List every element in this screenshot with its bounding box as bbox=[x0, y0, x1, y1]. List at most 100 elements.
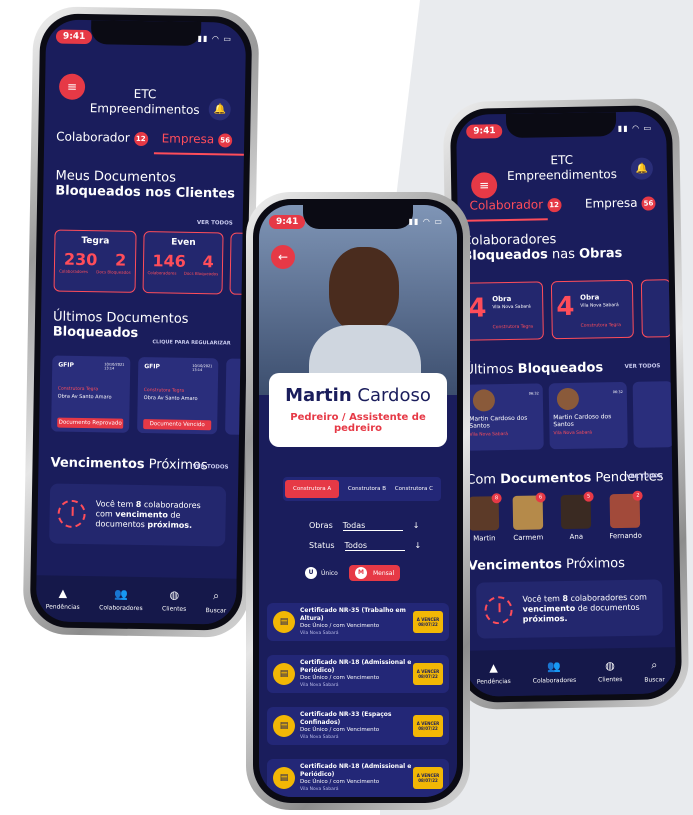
warning-icon: ▲ bbox=[489, 661, 498, 675]
avatar bbox=[472, 389, 496, 412]
vencimento-banner[interactable]: Você tem 8 colaboradores com vencimento … bbox=[476, 579, 664, 639]
tab-empresa[interactable]: Empresa 56 bbox=[585, 195, 656, 211]
screen-dashboard-empresa: 9:41 ▮▮ ◠ ▭ ≡ 🔔 ETC Empreendimentos Colab… bbox=[455, 111, 677, 697]
profile-photo bbox=[259, 205, 457, 395]
signal-icons: ▮▮ ◠ ▭ bbox=[617, 123, 653, 134]
certificate-row[interactable]: ▤ Certificado NR-33 (Espaços Confinados) D… bbox=[267, 707, 449, 745]
certificate-row[interactable]: ▤ Certificado NR-18 (Admissional e Periód… bbox=[267, 655, 449, 693]
status-badge: Documento Vencido bbox=[143, 419, 212, 431]
due-badge[interactable]: A VENCER 08/07/22 bbox=[413, 715, 443, 737]
tab-bar: Colaborador 12 Empresa 56 bbox=[457, 195, 667, 213]
obra-card-partial[interactable] bbox=[640, 279, 672, 338]
client-card-even[interactable]: Even 146 4 Colaboradores Docs Bloqueados bbox=[142, 231, 224, 295]
globe-icon: ◍ bbox=[169, 588, 180, 602]
obra-card-1[interactable]: 4 Obra Vila Nova Sabará Construtora Tegr… bbox=[462, 281, 544, 341]
notch bbox=[303, 205, 413, 229]
client-card-tegra[interactable]: Tegra 230 2 Colaboradores Docs Bloqueados bbox=[53, 229, 137, 293]
nav-colaboradores[interactable]: 👥 Colaboradores bbox=[532, 660, 577, 684]
tab-bar: Colaborador 12 Empresa 56 bbox=[44, 129, 244, 148]
option-mensal[interactable]: M Mensal bbox=[349, 565, 401, 581]
doc-card-1[interactable]: GFIP 10/10/2021 13:14 Construtora Tegra … bbox=[51, 355, 131, 433]
document-icon: ▤ bbox=[273, 611, 295, 633]
screen-collaborator-profile: 9:41 ▮▮ ◠ ▭ ← Martin Cardoso Pedreiro / … bbox=[259, 205, 457, 797]
blocked-card-2[interactable]: 06:32 Martin Cardoso dos Santos Vila Nov… bbox=[548, 381, 628, 450]
doc-card-2[interactable]: GFIP 10/10/2021 13:14 Construtora Tegra … bbox=[137, 356, 219, 435]
obras-filter[interactable]: Obras Todas ↓ bbox=[309, 521, 419, 531]
bottom-nav: ▲ Pendências 👥 Colaboradores ◍ Clientes ⌕ Bu… bbox=[465, 647, 677, 697]
ver-todos-link[interactable]: VER TODOS bbox=[626, 473, 662, 480]
certificate-row[interactable]: ▤ Certificado NR-18 (Admissional e Periód… bbox=[267, 759, 449, 797]
nav-buscar[interactable]: ⌕ Buscar bbox=[206, 589, 227, 614]
avatar: 5 bbox=[560, 491, 594, 530]
document-icon: ▤ bbox=[273, 663, 295, 685]
blocked-card-partial[interactable] bbox=[632, 381, 674, 448]
status-badge: Documento Reprovado bbox=[57, 417, 124, 429]
tab-construtora-b[interactable]: Construtora B bbox=[348, 486, 386, 492]
tab-colaborador[interactable]: Colaborador 12 bbox=[56, 129, 148, 146]
status-time: 9:41 bbox=[269, 215, 306, 229]
nav-pendencias[interactable]: ▲ Pendências bbox=[476, 661, 511, 685]
due-badge[interactable]: A VENCER 08/07/22 bbox=[413, 663, 443, 685]
document-icon: ▤ bbox=[273, 767, 295, 789]
nav-colaboradores[interactable]: 👥 Colaboradores bbox=[99, 587, 143, 612]
status-time: 9:41 bbox=[466, 124, 503, 139]
tab-colaborador[interactable]: Colaborador 12 bbox=[469, 197, 562, 213]
signal-icons: ▮▮ ◠ ▭ bbox=[197, 33, 233, 44]
phone-center: 9:41 ▮▮ ◠ ▭ ← Martin Cardoso Pedreiro / … bbox=[246, 192, 470, 810]
certificate-row[interactable]: ▤ Certificado NR-35 (Trabalho em Altura) D… bbox=[267, 603, 449, 641]
doc-card-partial[interactable] bbox=[225, 358, 247, 436]
person-martin[interactable]: 8 Martin bbox=[468, 493, 502, 543]
tab-empresa[interactable]: Empresa 56 bbox=[162, 131, 233, 148]
clock-icon bbox=[57, 499, 86, 529]
warning-icon: ▲ bbox=[58, 586, 68, 600]
section-vencimentos: Vencimentos Próximos bbox=[467, 555, 626, 574]
tab-construtora-c[interactable]: Construtora C bbox=[395, 486, 433, 492]
person-ana[interactable]: 5 Ana bbox=[560, 491, 594, 542]
avatar: 2 bbox=[609, 490, 643, 529]
status-filter[interactable]: Status Todos ↓ bbox=[309, 541, 421, 551]
ver-todos-link[interactable]: VER TODOS bbox=[197, 220, 233, 227]
vencimento-banner[interactable]: Você tem 8 colaboradores com vencimento … bbox=[49, 483, 227, 547]
clock-icon bbox=[484, 595, 513, 625]
avatar: 6 bbox=[512, 492, 546, 530]
status-time: 9:41 bbox=[55, 29, 93, 45]
construtora-tabs: Construtora A Construtora B Construtora … bbox=[283, 477, 441, 501]
menu-icon[interactable]: ≡ bbox=[470, 172, 498, 199]
avatar: 8 bbox=[468, 493, 502, 531]
chevron-down-icon: ↓ bbox=[412, 521, 420, 530]
person-fernando[interactable]: 2 Fernando bbox=[609, 490, 643, 540]
section-vencimentos: Vencimentos Próximos bbox=[50, 455, 208, 474]
signal-icons: ▮▮ ◠ ▭ bbox=[408, 217, 443, 226]
back-button[interactable]: ← bbox=[271, 245, 295, 269]
users-icon: 👥 bbox=[114, 587, 129, 601]
tab-indicator bbox=[457, 217, 548, 222]
nav-buscar[interactable]: ⌕ Buscar bbox=[644, 658, 665, 683]
ver-todos-link[interactable]: VER TODOS bbox=[193, 464, 229, 471]
notch bbox=[505, 112, 617, 139]
client-card-partial[interactable] bbox=[229, 232, 247, 296]
phone-left: 9:41 ▮▮ ◠ ▭ ≡ 🔔 ETC Empreendimentos Cola… bbox=[22, 6, 260, 638]
ver-todos-link[interactable]: VER TODOS bbox=[625, 363, 661, 370]
profile-name-card: Martin Cardoso Pedreiro / Assistente de … bbox=[269, 373, 447, 447]
chevron-down-icon: ↓ bbox=[414, 541, 422, 550]
search-icon: ⌕ bbox=[213, 588, 220, 602]
avatar bbox=[556, 387, 580, 411]
globe-icon: ◍ bbox=[605, 659, 615, 673]
tab-construtora-a[interactable]: Construtora A bbox=[285, 480, 340, 498]
blocked-card-1[interactable]: 06:32 Martin Cardoso dos Santos Vila Nov… bbox=[464, 383, 544, 451]
obra-card-2[interactable]: 4 Obra Vila Nova Sabará Construtora Tegr… bbox=[550, 279, 634, 340]
bottom-nav: ▲ Pendências 👥 Colaboradores ◍ Clientes ⌕ Bu… bbox=[35, 575, 237, 625]
regularize-link[interactable]: CLIQUE PARA REGULARIZAR bbox=[152, 339, 230, 346]
screen-dashboard-collaborador: 9:41 ▮▮ ◠ ▭ ≡ 🔔 ETC Empreendimentos Cola… bbox=[35, 19, 247, 625]
due-badge[interactable]: A VENCER 08/07/22 bbox=[413, 767, 443, 789]
nav-clientes[interactable]: ◍ Clientes bbox=[598, 659, 622, 683]
section-blocked-clients: Meus Documentos Bloqueados nos Clientes bbox=[55, 167, 236, 202]
nav-pendencias[interactable]: ▲ Pendências bbox=[46, 586, 80, 611]
notch bbox=[90, 20, 202, 47]
search-icon: ⌕ bbox=[651, 657, 658, 672]
option-unico[interactable]: U Único bbox=[305, 567, 338, 579]
users-icon: 👥 bbox=[547, 660, 562, 674]
person-carmem[interactable]: 6 Carmem bbox=[512, 492, 546, 542]
due-badge[interactable]: A VENCER 08/07/22 bbox=[413, 611, 443, 633]
nav-clientes[interactable]: ◍ Clientes bbox=[162, 588, 187, 613]
